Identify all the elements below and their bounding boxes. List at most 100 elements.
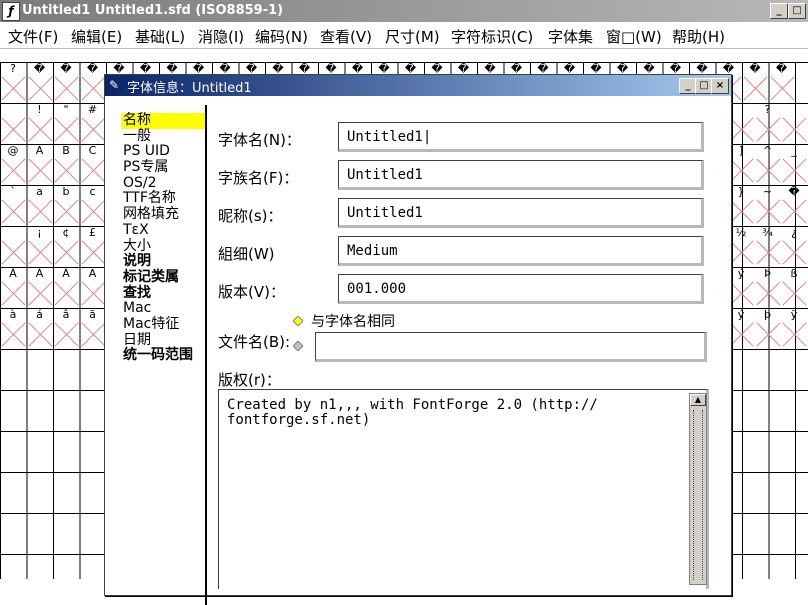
- sidebar-divider: [205, 105, 207, 605]
- menu-element[interactable]: 基础(L): [135, 26, 185, 47]
- glyph-label: ~: [762, 185, 773, 198]
- radio-selected-icon[interactable]: [293, 316, 303, 326]
- empty-glyph-slot[interactable]: [27, 117, 53, 143]
- empty-glyph-slot[interactable]: [53, 199, 79, 225]
- nickname-input[interactable]: Untitled1: [338, 198, 704, 228]
- sidebar-item[interactable]: TTF名称: [121, 191, 205, 207]
- version-input[interactable]: 001.000: [338, 274, 704, 304]
- glyph-label: �: [86, 62, 99, 75]
- menu-cid[interactable]: 字符标识(C): [451, 26, 533, 47]
- empty-glyph-slot[interactable]: [80, 158, 106, 184]
- copyright-scrollbar[interactable]: ▲: [689, 393, 707, 585]
- fontforge-app-icon[interactable]: ƒ: [2, 2, 20, 21]
- empty-glyph-slot[interactable]: [0, 322, 26, 348]
- empty-glyph-slot[interactable]: [755, 158, 781, 184]
- family-input[interactable]: Untitled1: [338, 160, 704, 190]
- menu-hints[interactable]: 消隐(I): [198, 26, 244, 47]
- menu-metrics[interactable]: 尺寸(M): [385, 26, 440, 47]
- scroll-thumb[interactable]: [693, 410, 703, 580]
- sidebar-item[interactable]: 说明: [121, 253, 205, 270]
- empty-glyph-slot[interactable]: [755, 322, 781, 348]
- sidebar-item[interactable]: PS UID: [121, 144, 205, 160]
- empty-glyph-slot[interactable]: [80, 322, 106, 348]
- sidebar-item[interactable]: TεX: [121, 222, 205, 239]
- sidebar-item[interactable]: 日期: [121, 332, 205, 349]
- window-title: Untitled1 Untitled1.sfd (ISO8859-1): [22, 3, 284, 18]
- empty-glyph-slot[interactable]: [781, 117, 807, 143]
- glyph-label: �: [33, 62, 46, 75]
- fontname-input[interactable]: Untitled1|: [338, 122, 704, 152]
- empty-glyph-slot[interactable]: [755, 117, 781, 143]
- empty-glyph-slot[interactable]: [27, 158, 53, 184]
- empty-glyph-slot[interactable]: [0, 281, 26, 307]
- fontname-label: 字体名(N)：: [218, 131, 301, 149]
- glyph-label: a: [36, 185, 43, 198]
- empty-glyph-slot[interactable]: [755, 199, 781, 225]
- menu-help[interactable]: 帮助(H): [672, 26, 725, 47]
- empty-glyph-slot[interactable]: [80, 281, 106, 307]
- sidebar-item[interactable]: 名称: [121, 112, 205, 129]
- sidebar-item[interactable]: Mac特征: [121, 316, 205, 333]
- empty-glyph-slot[interactable]: [27, 322, 53, 348]
- empty-glyph-slot[interactable]: [769, 76, 795, 102]
- sidebar-item[interactable]: 网格填充: [121, 206, 205, 223]
- empty-glyph-slot[interactable]: [781, 240, 807, 266]
- empty-glyph-slot[interactable]: [0, 117, 26, 143]
- empty-glyph-slot[interactable]: [27, 281, 53, 307]
- empty-glyph-slot[interactable]: [80, 199, 106, 225]
- menu-window[interactable]: 窗□(W): [606, 26, 662, 47]
- sidebar-item[interactable]: PS专属: [121, 159, 205, 176]
- glyph-label: á: [36, 308, 43, 321]
- empty-glyph-slot[interactable]: [27, 76, 53, 102]
- empty-glyph-slot[interactable]: [53, 117, 79, 143]
- menu-file[interactable]: 文件(F): [8, 26, 58, 47]
- empty-glyph-slot[interactable]: [27, 240, 53, 266]
- sidebar-item[interactable]: OS/2: [121, 175, 205, 192]
- scroll-up-arrow-icon[interactable]: ▲: [690, 394, 706, 406]
- empty-glyph-slot[interactable]: [53, 76, 79, 102]
- filename-input[interactable]: [315, 332, 707, 362]
- copyright-textarea[interactable]: Created by n1,,, with FontForge 2.0 (htt…: [218, 389, 709, 589]
- empty-glyph-slot[interactable]: [781, 322, 807, 348]
- sidebar-item[interactable]: Mac: [121, 301, 205, 317]
- empty-glyph-slot[interactable]: [53, 322, 79, 348]
- sidebar-item[interactable]: 大小: [121, 238, 205, 255]
- menu-encoding[interactable]: 编码(N): [255, 26, 308, 47]
- empty-glyph-slot[interactable]: [755, 240, 781, 266]
- radio-unselected-icon[interactable]: [293, 341, 303, 351]
- menu-view[interactable]: 查看(V): [320, 26, 372, 47]
- empty-glyph-slot[interactable]: [0, 158, 26, 184]
- sidebar-item[interactable]: 标记类属: [121, 269, 205, 286]
- glyph-label: C: [88, 144, 97, 157]
- empty-glyph-slot[interactable]: [755, 281, 781, 307]
- empty-glyph-slot[interactable]: [781, 199, 807, 225]
- empty-glyph-slot[interactable]: [781, 158, 807, 184]
- empty-glyph-slot[interactable]: [742, 76, 768, 102]
- family-label: 字族名(F)：: [218, 169, 299, 187]
- same-as-fontname-option[interactable]: 与字体名相同: [311, 311, 395, 331]
- empty-glyph-slot[interactable]: [53, 240, 79, 266]
- empty-glyph-slot[interactable]: [0, 76, 26, 102]
- empty-glyph-slot[interactable]: [27, 199, 53, 225]
- sidebar-item[interactable]: 统一码范围: [121, 348, 205, 364]
- empty-glyph-slot[interactable]: [0, 199, 26, 225]
- empty-glyph-slot[interactable]: [80, 117, 106, 143]
- empty-glyph-slot[interactable]: [80, 240, 106, 266]
- menu-edit[interactable]: 编辑(E): [71, 26, 122, 47]
- sidebar-item[interactable]: 查找: [121, 285, 205, 302]
- menu-mm[interactable]: 字体集: [548, 26, 593, 47]
- glyph-label: `: [10, 185, 16, 198]
- empty-glyph-slot[interactable]: [80, 76, 106, 102]
- sidebar-item[interactable]: 一般: [121, 128, 205, 145]
- glyph-label: !: [37, 103, 42, 116]
- empty-glyph-slot[interactable]: [0, 240, 26, 266]
- maximize-button[interactable]: □: [788, 3, 806, 19]
- weight-input[interactable]: Medium: [338, 236, 704, 266]
- glyph-label: [781, 103, 807, 117]
- empty-glyph-slot[interactable]: [53, 158, 79, 184]
- empty-glyph-slot[interactable]: [53, 281, 79, 307]
- glyph-label: Ã: [88, 267, 97, 280]
- minimize-button[interactable]: _: [770, 3, 788, 19]
- empty-glyph-slot[interactable]: [781, 281, 807, 307]
- dialog-close-button[interactable]: ×: [711, 78, 729, 94]
